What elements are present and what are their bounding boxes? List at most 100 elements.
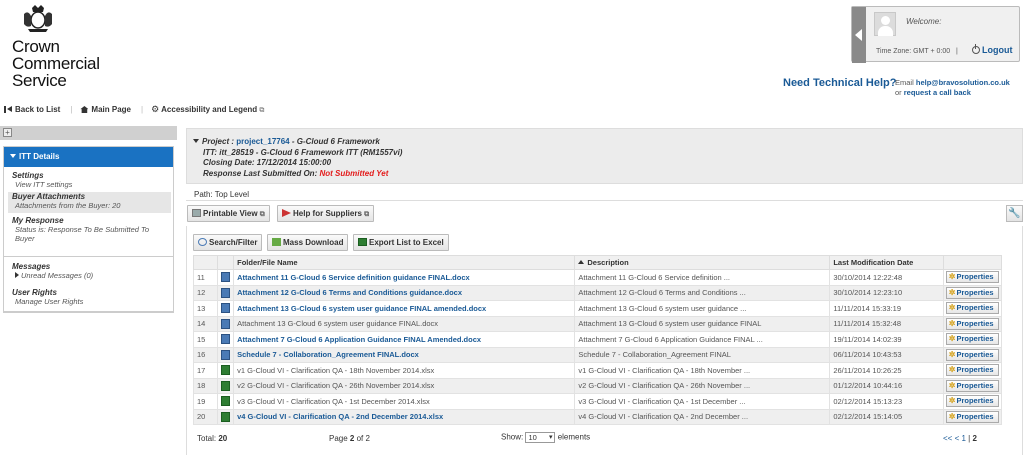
accessibility-legend-link[interactable]: ⚙ Accessibility and Legend ⧉ (151, 104, 264, 115)
welcome-panel: Welcome: Time Zone: GMT + 0:00 | Logout (851, 6, 1020, 63)
printable-view-button[interactable]: Printable View ⧉ (187, 205, 270, 222)
table-row: 18 v2 G-Cloud VI - Clarification QA - 26t… (192, 377, 1003, 394)
project-link[interactable]: project_17764 (236, 137, 289, 146)
file-name-link[interactable]: Attachment 12 G-Cloud 6 Terms and Condit… (233, 284, 576, 301)
file-description: v2 G-Cloud VI - Clarification QA - 26th … (574, 377, 831, 394)
row-number: 16 (192, 346, 219, 363)
file-name-link[interactable]: Attachment 11 G-Cloud 6 Service definiti… (233, 269, 576, 286)
logout-button[interactable]: Logout (972, 44, 1013, 55)
file-date: 11/11/2014 15:33:19 (829, 300, 944, 317)
properties-button[interactable]: ✲Properties (945, 333, 999, 346)
sidebar-item-user-rights[interactable]: User Rights Manage User Rights (8, 288, 171, 306)
back-icon (4, 106, 12, 113)
breadcrumb: Path: Top Level (194, 190, 250, 199)
expand-icon[interactable]: + (3, 128, 12, 137)
external-link-icon: ⧉ (259, 107, 265, 114)
row-number: 11 (192, 269, 219, 286)
sidebar-item-settings[interactable]: Settings View ITT settings (8, 171, 171, 189)
file-name-link[interactable]: Attachment 13 G-Cloud 6 system user guid… (233, 315, 576, 332)
search-filter-button[interactable]: Search/Filter (193, 234, 263, 251)
file-name-link[interactable]: Attachment 7 G-Cloud 6 Application Guida… (233, 331, 576, 348)
file-description: Attachment 12 G-Cloud 6 Terms and Condit… (574, 284, 831, 301)
file-date: 06/11/2014 10:43:53 (829, 346, 944, 363)
properties-button[interactable]: ✲Properties (945, 302, 999, 315)
properties-button[interactable]: ✲Properties (945, 348, 999, 361)
row-number: 18 (192, 377, 219, 394)
page-size: Show: 10 elements (501, 432, 590, 443)
pager: << < 1 | 2 (943, 434, 977, 443)
column-last-modified[interactable]: Last Modification Date (829, 255, 944, 270)
row-number: 20 (192, 408, 219, 425)
table-row: 12 Attachment 12 G-Cloud 6 Terms and Cond… (192, 284, 1003, 301)
page-indicator: Page 2 of 2 (329, 434, 370, 443)
file-name-link[interactable]: Attachment 13 G-Cloud 6 system user guid… (233, 300, 576, 317)
sort-asc-icon (578, 260, 585, 264)
file-name-link[interactable]: v4 G-Cloud VI - Clarification QA - 2nd D… (233, 408, 576, 425)
file-name-link[interactable]: Schedule 7 - Collaboration_Agreement FIN… (233, 346, 576, 363)
properties-button[interactable]: ✲Properties (945, 410, 999, 423)
royal-crest-icon (24, 5, 52, 32)
file-name-link[interactable]: v3 G-Cloud VI - Clarification QA - 1st D… (233, 393, 576, 410)
sidebar-item-messages[interactable]: Messages Unread Messages (0) (8, 262, 171, 280)
file-date: 19/11/2014 14:02:39 (829, 331, 944, 348)
page-size-select[interactable]: 10 (525, 432, 556, 443)
excel-file-icon (221, 396, 231, 407)
sidebar-toggle-bar: + (0, 126, 177, 140)
main-page-link[interactable]: Main Page (80, 105, 131, 114)
logo-text: Crown Commercial Service (12, 37, 100, 90)
file-date: 26/11/2014 10:26:25 (829, 362, 944, 379)
itt-details-header[interactable]: ITT Details (4, 147, 173, 167)
word-file-icon (221, 303, 231, 314)
help-flag-icon (282, 209, 291, 217)
pager-prev[interactable]: << < (943, 434, 959, 443)
pager-page-1[interactable]: 1 (961, 434, 965, 443)
support-email-link[interactable]: help@bravosolution.co.uk (916, 78, 1010, 87)
sidebar-item-my-response[interactable]: My Response Status is: Response To Be Su… (8, 216, 171, 243)
file-name-link[interactable]: v2 G-Cloud VI - Clarification QA - 26th … (233, 377, 576, 394)
caret-down-icon (10, 154, 16, 158)
gear-icon: ✲ (948, 380, 956, 390)
row-number: 13 (192, 300, 219, 317)
welcome-label: Welcome: (906, 17, 942, 26)
word-file-icon (221, 334, 231, 345)
word-file-icon (221, 287, 231, 298)
file-description: Schedule 7 - Collaboration_Agreement FIN… (574, 346, 831, 363)
collapse-welcome-tab[interactable] (852, 7, 866, 63)
properties-button[interactable]: ✲Properties (945, 286, 999, 299)
tech-help-contact: Email help@bravosolution.co.uk or reques… (895, 78, 1010, 97)
sidebar-item-buyer-attachments[interactable]: Buyer Attachments Attachments from the B… (8, 192, 171, 213)
home-icon (80, 106, 89, 113)
chevron-left-icon (855, 29, 862, 41)
mass-download-button[interactable]: Mass Download (267, 234, 349, 251)
properties-button[interactable]: ✲Properties (945, 364, 999, 377)
excel-file-icon (221, 411, 231, 422)
messages-panel: Messages Unread Messages (0) User Rights… (3, 256, 174, 312)
attachments-table: Folder/File Name Description Last Modifi… (192, 255, 1003, 425)
word-file-icon (221, 318, 231, 329)
properties-button[interactable]: ✲Properties (945, 395, 999, 408)
properties-button[interactable]: ✲Properties (945, 379, 999, 392)
excel-file-icon (221, 380, 231, 391)
properties-button[interactable]: ✲Properties (945, 271, 999, 284)
help-for-suppliers-button[interactable]: Help for Suppliers ⧉ (277, 205, 375, 222)
properties-button[interactable]: ✲Properties (945, 317, 999, 330)
gear-icon: ✲ (948, 365, 956, 375)
row-number: 17 (192, 362, 219, 379)
gear-icon: ✲ (948, 272, 956, 282)
file-name-link[interactable]: v1 G-Cloud VI - Clarification QA - 18th … (233, 362, 576, 379)
power-icon (972, 44, 980, 54)
printer-icon (192, 209, 201, 217)
column-file-name[interactable]: Folder/File Name (233, 255, 576, 270)
gear-icon: ✲ (948, 287, 956, 297)
request-callback-link[interactable]: request a call back (904, 88, 971, 97)
collapse-project-icon[interactable] (193, 139, 199, 143)
back-to-list-link[interactable]: Back to List (4, 105, 60, 114)
download-icon (272, 238, 281, 246)
table-row: 15 Attachment 7 G-Cloud 6 Application Gui… (192, 331, 1003, 348)
row-number: 15 (192, 331, 219, 348)
response-status: Not Submitted Yet (319, 168, 389, 178)
column-description[interactable]: Description (574, 255, 831, 270)
file-description: Attachment 13 G-Cloud 6 system user guid… (574, 300, 831, 317)
export-excel-button[interactable]: Export List to Excel (353, 234, 449, 251)
wrench-icon[interactable]: 🔧 (1006, 205, 1023, 222)
